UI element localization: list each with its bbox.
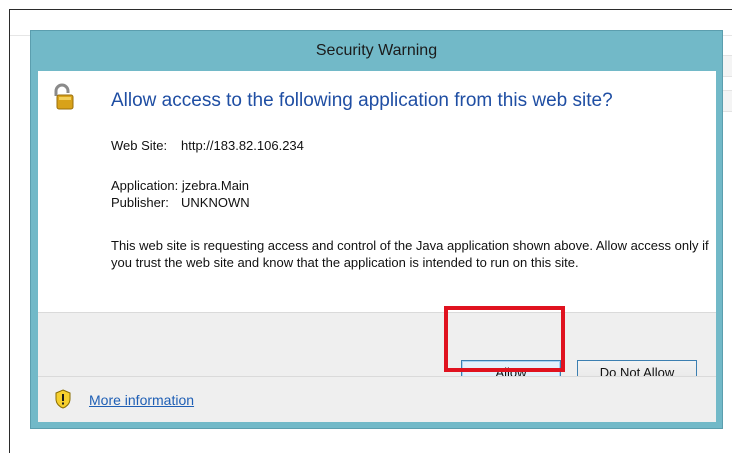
background-scroll-strip (722, 90, 732, 112)
application-label: Application: (111, 178, 179, 193)
dialog-heading: Allow access to the following applicatio… (111, 90, 613, 111)
website-row: Web Site: http://183.82.106.234 (111, 137, 304, 154)
security-warning-dialog: Security Warning Allow access to the fol… (30, 30, 723, 429)
lock-icon (54, 83, 74, 110)
footer: More information (38, 376, 716, 422)
background-scroll-strip (722, 55, 732, 77)
dialog-content: Allow access to the following applicatio… (38, 71, 716, 422)
warning-message: This web site is requesting access and c… (111, 238, 709, 270)
website-label: Web Site: (111, 138, 168, 153)
publisher-row: Publisher: UNKNOWN (111, 194, 250, 211)
shield-warning-icon (55, 389, 71, 409)
website-value: http://183.82.106.234 (181, 138, 304, 153)
publisher-value: UNKNOWN (181, 195, 250, 210)
more-information-link[interactable]: More information (89, 392, 194, 408)
button-bar: Allow Do Not Allow (38, 312, 716, 384)
application-row: Application: jzebra.Main (111, 177, 249, 194)
application-value: jzebra.Main (181, 178, 250, 193)
publisher-label: Publisher: (111, 195, 169, 210)
dialog-title: Security Warning (315, 42, 438, 59)
